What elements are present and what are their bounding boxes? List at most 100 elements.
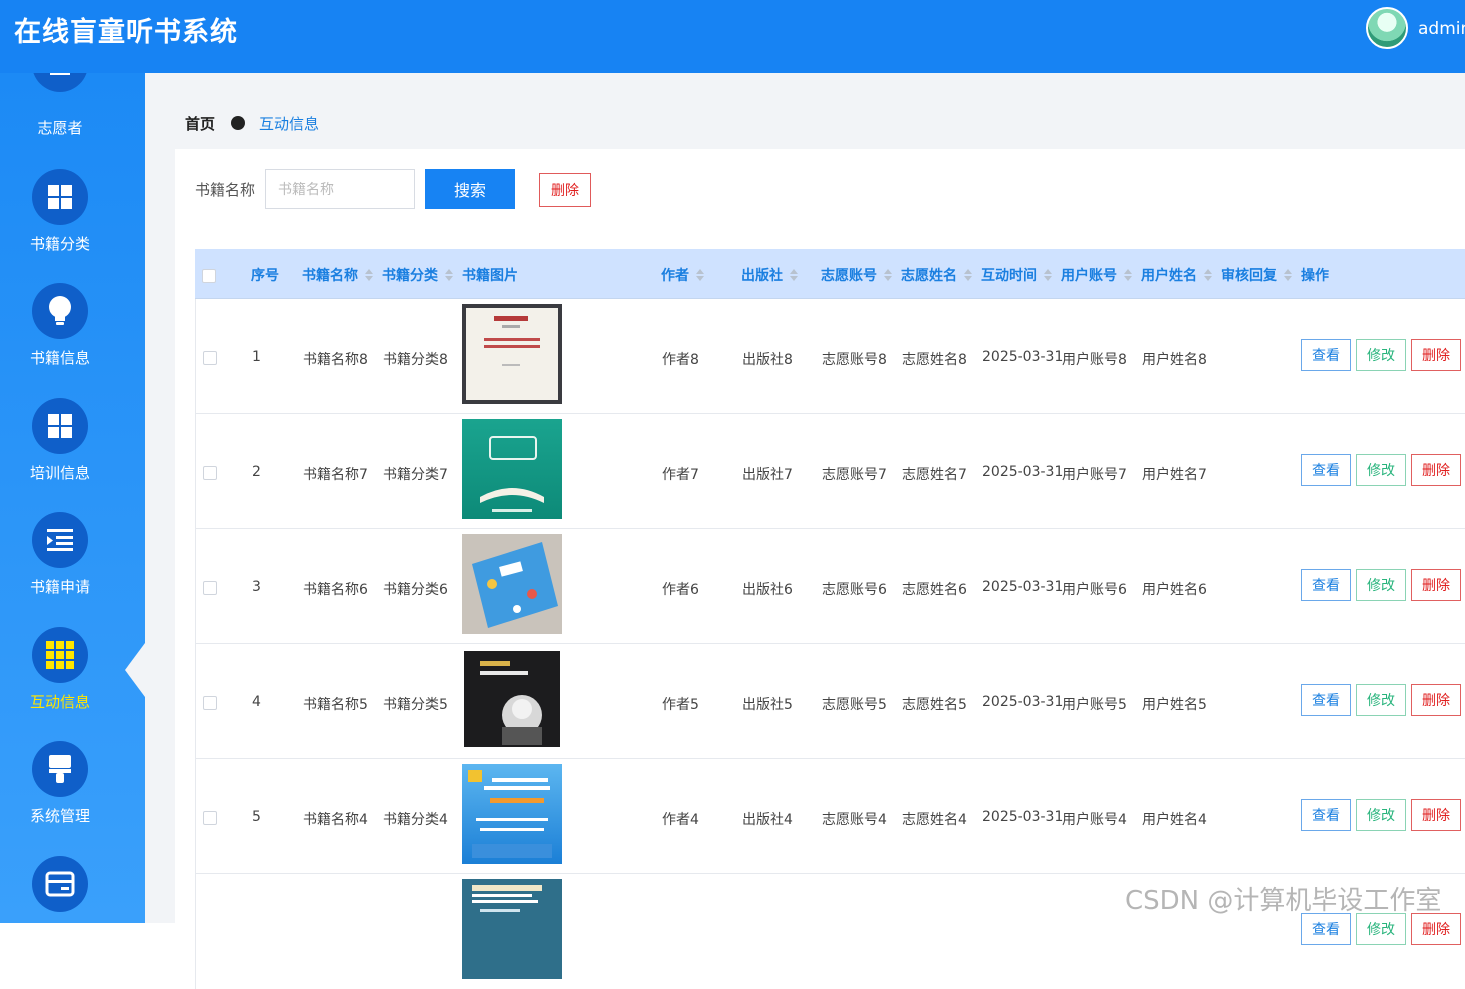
sidebar-item-system[interactable]: 系统管理 bbox=[0, 741, 120, 851]
column-header[interactable]: 用户姓名 bbox=[1141, 265, 1212, 285]
table-row: 5 书籍名称4 书籍分类4 作者4 出版社4 志愿账号4 志愿姓名4 2025-… bbox=[195, 759, 1465, 874]
edit-button[interactable]: 修改 bbox=[1356, 339, 1406, 371]
column-header[interactable]: 书籍名称 bbox=[302, 265, 373, 285]
cell-author: 作者6 bbox=[662, 582, 699, 598]
cell-book-name: 书籍名称5 bbox=[303, 697, 368, 713]
row-checkbox[interactable] bbox=[203, 811, 217, 825]
sidebar-item-volunteer[interactable]: 志愿者 bbox=[0, 73, 120, 156]
table-row: 1 书籍名称8 书籍分类8 作者8 出版社8 志愿账号8 志愿姓名8 2025-… bbox=[195, 299, 1465, 414]
cell-user-account: 用户账号4 bbox=[1062, 812, 1127, 828]
column-header[interactable]: 志愿账号 bbox=[821, 265, 892, 285]
cell-time: 2025-03-31 bbox=[982, 809, 1064, 825]
sidebar-item-book-apply[interactable]: 书籍申请 bbox=[0, 512, 120, 622]
row-checkbox[interactable] bbox=[203, 581, 217, 595]
table-header: 序号 书籍名称 书籍分类 书籍图片 作者 出版社 志愿账号 志愿姓名 互动时间 … bbox=[195, 249, 1465, 299]
lightbulb-icon bbox=[32, 283, 88, 339]
column-header[interactable]: 书籍分类 bbox=[382, 265, 453, 285]
breadcrumb-separator bbox=[231, 116, 246, 130]
cell-time: 2025-03-31 bbox=[982, 349, 1064, 365]
table-row: 4 书籍名称5 书籍分类5 作者5 出版社5 志愿账号5 志愿姓名5 2025-… bbox=[195, 644, 1465, 759]
sort-icon bbox=[964, 269, 972, 281]
sidebar-item-book-info[interactable]: 书籍信息 bbox=[0, 283, 120, 393]
app-title: 在线盲童听书系统 bbox=[14, 17, 238, 48]
sidebar-item-label: 系统管理 bbox=[29, 807, 90, 825]
row-checkbox[interactable] bbox=[203, 696, 217, 710]
column-header[interactable]: 作者 bbox=[661, 265, 704, 285]
sidebar-item-interaction[interactable]: 互动信息 bbox=[0, 627, 120, 737]
search-input[interactable] bbox=[265, 169, 415, 209]
breadcrumb-home[interactable]: 首页 bbox=[185, 115, 215, 133]
cell-volunteer-account: 志愿账号4 bbox=[822, 812, 887, 828]
column-header[interactable]: 志愿姓名 bbox=[901, 265, 972, 285]
cell-publisher: 出版社8 bbox=[742, 352, 793, 368]
table-row: 2 书籍名称7 书籍分类7 作者7 出版社7 志愿账号7 志愿姓名7 2025-… bbox=[195, 414, 1465, 529]
sidebar-item-label: 书籍分类 bbox=[29, 235, 90, 253]
volunteer-icon bbox=[32, 73, 88, 92]
search-button[interactable]: 搜索 bbox=[425, 169, 515, 209]
search-label: 书籍名称 bbox=[195, 181, 256, 199]
column-header[interactable]: 审核回复 bbox=[1221, 265, 1292, 285]
cell-index: 3 bbox=[252, 579, 261, 595]
delete-button[interactable]: 删除 bbox=[1411, 569, 1461, 601]
column-header[interactable]: 用户账号 bbox=[1061, 265, 1132, 285]
avatar[interactable] bbox=[1366, 7, 1408, 49]
cell-user-name: 用户姓名6 bbox=[1142, 582, 1207, 598]
column-header[interactable]: 互动时间 bbox=[981, 265, 1052, 285]
select-all-checkbox[interactable] bbox=[202, 269, 216, 283]
delete-button[interactable]: 删除 bbox=[1411, 339, 1461, 371]
cell-user-name: 用户姓名7 bbox=[1142, 467, 1207, 483]
cell-author: 作者5 bbox=[662, 697, 699, 713]
book-cover-image bbox=[462, 534, 562, 634]
sort-icon bbox=[1204, 269, 1212, 281]
cell-index: 4 bbox=[252, 694, 261, 710]
book-cover-image bbox=[462, 879, 562, 979]
delete-button[interactable]: 删除 bbox=[1411, 913, 1461, 945]
breadcrumb: 首页 互动信息 bbox=[185, 113, 319, 134]
card-icon bbox=[32, 856, 88, 912]
view-button[interactable]: 查看 bbox=[1301, 684, 1351, 716]
cell-volunteer-account: 志愿账号8 bbox=[822, 352, 887, 368]
main-content: 首页 互动信息 书籍名称 搜索 删除 序号 书籍名称 书籍分类 书籍图片 作者 出… bbox=[145, 73, 1465, 989]
cell-volunteer-account: 志愿账号6 bbox=[822, 582, 887, 598]
cell-user-name: 用户姓名8 bbox=[1142, 352, 1207, 368]
column-header[interactable]: 出版社 bbox=[741, 265, 798, 285]
delete-button[interactable]: 删除 bbox=[1411, 454, 1461, 486]
cell-book-name: 书籍名称8 bbox=[303, 352, 368, 368]
cell-volunteer-name: 志愿姓名6 bbox=[902, 582, 967, 598]
sort-icon bbox=[1044, 269, 1052, 281]
edit-button[interactable]: 修改 bbox=[1356, 569, 1406, 601]
view-button[interactable]: 查看 bbox=[1301, 569, 1351, 601]
view-button[interactable]: 查看 bbox=[1301, 913, 1351, 945]
view-button[interactable]: 查看 bbox=[1301, 454, 1351, 486]
batch-delete-button[interactable]: 删除 bbox=[539, 173, 591, 207]
username[interactable]: admin bbox=[1418, 19, 1465, 39]
row-checkbox[interactable] bbox=[203, 351, 217, 365]
cell-book-name: 书籍名称6 bbox=[303, 582, 368, 598]
sort-icon bbox=[445, 269, 453, 281]
sidebar-item-training[interactable]: 培训信息 bbox=[0, 398, 120, 508]
sidebar-item-more[interactable] bbox=[0, 856, 120, 923]
edit-button[interactable]: 修改 bbox=[1356, 913, 1406, 945]
sidebar-item-label: 书籍信息 bbox=[29, 349, 90, 367]
edit-button[interactable]: 修改 bbox=[1356, 799, 1406, 831]
delete-button[interactable]: 删除 bbox=[1411, 799, 1461, 831]
cell-publisher: 出版社7 bbox=[742, 467, 793, 483]
cell-volunteer-name: 志愿姓名7 bbox=[902, 467, 967, 483]
column-header: 操作 bbox=[1301, 268, 1329, 284]
sort-icon bbox=[696, 269, 704, 281]
edit-button[interactable]: 修改 bbox=[1356, 684, 1406, 716]
delete-button[interactable]: 删除 bbox=[1411, 684, 1461, 716]
sort-icon bbox=[884, 269, 892, 281]
table-row: 3 书籍名称6 书籍分类6 作者6 出版社6 志愿账号6 志愿姓名6 2025-… bbox=[195, 529, 1465, 644]
view-button[interactable]: 查看 bbox=[1301, 799, 1351, 831]
row-checkbox[interactable] bbox=[203, 466, 217, 480]
cell-book-category: 书籍分类8 bbox=[383, 352, 448, 368]
book-cover-image bbox=[462, 764, 562, 864]
edit-button[interactable]: 修改 bbox=[1356, 454, 1406, 486]
view-button[interactable]: 查看 bbox=[1301, 339, 1351, 371]
sidebar-item-book-category[interactable]: 书籍分类 bbox=[0, 169, 120, 279]
top-header: 在线盲童听书系统 admin bbox=[0, 0, 1465, 73]
cell-volunteer-name: 志愿姓名5 bbox=[902, 697, 967, 713]
sidebar-item-label: 书籍申请 bbox=[29, 578, 90, 596]
cell-book-category: 书籍分类6 bbox=[383, 582, 448, 598]
